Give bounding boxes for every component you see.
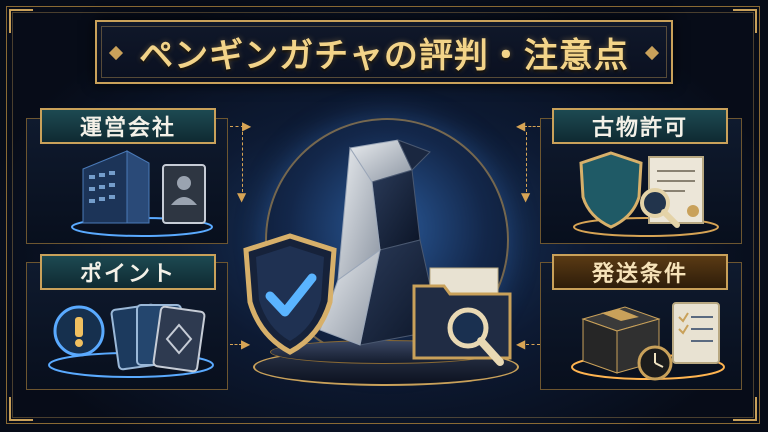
arrow-down-icon: ▼	[521, 190, 531, 204]
folder-search-icon	[412, 267, 512, 366]
arrow-left-icon: ◀	[516, 337, 526, 351]
arrow-down-icon: ▼	[237, 190, 247, 204]
certificate-icon	[573, 151, 719, 237]
card-stack-icon	[48, 303, 214, 378]
connector-line	[526, 344, 540, 345]
shield-check-icon	[243, 233, 337, 355]
arrow-right-icon: ▶	[241, 337, 251, 351]
package-box-icon	[571, 302, 725, 381]
label-license: 古物許可	[552, 108, 728, 144]
arrow-left-icon: ◀	[516, 119, 526, 133]
title-ornament	[108, 45, 124, 61]
title-ornament	[644, 45, 660, 61]
title-banner: ペンギンガチャの評判・注意点	[95, 20, 673, 84]
page-title: ペンギンガチャの評判・注意点	[139, 35, 629, 76]
label-company: 運営会社	[40, 108, 216, 144]
connector-line	[524, 126, 540, 127]
banner: ペンギンガチャの評判・注意点 運営会社 古物許可 ポイント 発送条件 ▶ ▼ ◀…	[0, 0, 768, 432]
connector-line	[242, 132, 243, 192]
building-icon	[71, 150, 213, 237]
arrow-right-icon: ▶	[242, 119, 252, 133]
connector-line	[526, 132, 527, 192]
label-shipping: 発送条件	[552, 254, 728, 290]
label-points: ポイント	[40, 254, 216, 290]
